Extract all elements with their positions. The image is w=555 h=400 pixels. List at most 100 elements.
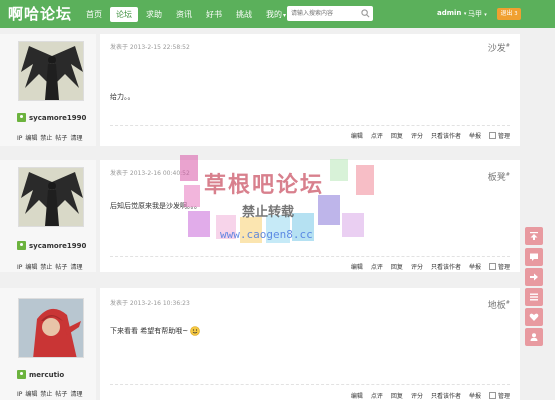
admin-clean-link[interactable]: 清理 <box>70 264 82 271</box>
report-link[interactable]: 举报 <box>469 262 481 271</box>
user-icon <box>17 241 26 250</box>
rate-link[interactable]: 评分 <box>411 262 423 271</box>
user-level-label: 马甲 <box>468 10 482 18</box>
admin-posts-link[interactable]: 帖子 <box>55 135 67 142</box>
user-icon <box>17 370 26 379</box>
author-name[interactable]: sycamore1990 <box>29 114 86 122</box>
user-menu[interactable]: admin ▾ <box>437 9 466 17</box>
admin-edit-link[interactable]: 编辑 <box>25 135 37 142</box>
site-logo[interactable]: 啊哈论坛 <box>8 3 72 24</box>
admin-links: IP 编辑 禁止 帖子 清理 <box>17 133 85 142</box>
post-floor[interactable]: 沙发# <box>488 41 510 54</box>
author-panel: sycamore1990 IP 编辑 禁止 帖子 清理 <box>0 160 96 272</box>
search-icon[interactable] <box>361 9 370 18</box>
post-time: 发表于 2013-2-16 10:36:23 <box>110 300 190 307</box>
admin-edit-link[interactable]: 编辑 <box>25 264 37 271</box>
post-text: 下来看看 希望有帮助哦~ <box>110 327 189 335</box>
logout-button[interactable]: 退出 3 <box>497 8 521 20</box>
post-time: 发表于 2013-2-15 22:58:52 <box>110 44 190 51</box>
author-panel: sycamore1990 IP 编辑 禁止 帖子 清理 <box>0 34 96 146</box>
nav-forum[interactable]: 论坛 <box>110 7 138 22</box>
chevron-down-icon: ▾ <box>463 11 467 17</box>
user-icon <box>17 113 26 122</box>
admin-ip-link[interactable]: IP <box>17 391 22 398</box>
avatar[interactable] <box>18 41 84 101</box>
admin-links: IP 编辑 禁止 帖子 清理 <box>17 389 85 398</box>
floor-label: 板凳 <box>487 173 506 183</box>
manage-checkbox[interactable] <box>488 132 496 139</box>
comment-link[interactable]: 点评 <box>371 262 383 271</box>
author-name-row: sycamore1990 <box>17 241 86 250</box>
admin-posts-link[interactable]: 帖子 <box>55 264 67 271</box>
admin-ip-link[interactable]: IP <box>17 135 22 142</box>
floor-label: 地板 <box>487 301 506 311</box>
search-box <box>287 6 373 21</box>
nav-home[interactable]: 首页 <box>80 7 108 22</box>
admin-ban-link[interactable]: 禁止 <box>40 135 52 142</box>
red-hood-avatar-image <box>19 299 83 357</box>
next-thread-button[interactable] <box>525 268 543 286</box>
manage-checkbox[interactable] <box>488 392 496 399</box>
reply-link[interactable]: 回复 <box>391 131 403 140</box>
favorite-button[interactable] <box>525 308 543 326</box>
rate-link[interactable]: 评分 <box>411 131 423 140</box>
author-name[interactable]: sycamore1990 <box>29 242 86 250</box>
dark-angel-avatar-image <box>19 42 83 100</box>
nav-mine-label: 我的 <box>266 10 282 19</box>
manage-label: 管理 <box>497 264 510 271</box>
post-floor[interactable]: 板凳# <box>488 170 510 183</box>
admin-clean-link[interactable]: 清理 <box>70 135 82 142</box>
nav-help[interactable]: 求助 <box>140 7 168 22</box>
smiley-icon <box>190 326 200 336</box>
post-content-panel: 发表于 2013-2-16 10:36:23 地板# 下来看看 希望有帮助哦~ … <box>100 288 520 400</box>
post-content-panel: 发表于 2013-2-16 00:40:52 板凳# 后知后觉原来我是沙发啊。。… <box>100 160 520 272</box>
reply-link[interactable]: 回复 <box>391 262 403 271</box>
author-panel: mercutio IP 编辑 禁止 帖子 清理 <box>0 288 96 400</box>
post-content-panel: 发表于 2013-2-15 22:58:52 沙发# 给力。。 编辑 点评 回复… <box>100 34 520 146</box>
user-center-button[interactable] <box>525 328 543 346</box>
post-text-row: 下来看看 希望有帮助哦~ <box>110 326 200 336</box>
rate-link[interactable]: 评分 <box>411 391 423 400</box>
admin-edit-link[interactable]: 编辑 <box>25 391 37 398</box>
reply-button[interactable] <box>525 248 543 266</box>
list-button[interactable] <box>525 288 543 306</box>
only-author-link[interactable]: 只看该作者 <box>431 262 461 271</box>
edit-link[interactable]: 编辑 <box>351 262 363 271</box>
main-nav: 首页 论坛 求助 资讯 好书 挑战 我的▾ <box>80 7 294 22</box>
user-level[interactable]: 马甲 ▾ <box>468 9 487 19</box>
only-author-link[interactable]: 只看该作者 <box>431 131 461 140</box>
edit-link[interactable]: 编辑 <box>351 391 363 400</box>
manage-checkbox[interactable] <box>488 263 496 270</box>
only-author-link[interactable]: 只看该作者 <box>431 391 461 400</box>
admin-ban-link[interactable]: 禁止 <box>40 391 52 398</box>
heart-icon <box>529 313 539 321</box>
nav-news[interactable]: 资讯 <box>170 7 198 22</box>
back-to-top-button[interactable] <box>525 227 543 245</box>
author-name-row: sycamore1990 <box>17 113 86 122</box>
avatar[interactable] <box>18 298 84 358</box>
admin-ip-link[interactable]: IP <box>17 264 22 271</box>
username: admin <box>437 9 462 17</box>
edit-link[interactable]: 编辑 <box>351 131 363 140</box>
chevron-down-icon: ▾ <box>283 12 287 19</box>
dark-angel-avatar-image <box>19 168 83 226</box>
admin-posts-link[interactable]: 帖子 <box>55 391 67 398</box>
manage-label: 管理 <box>497 133 510 140</box>
search-input[interactable] <box>287 6 357 21</box>
post-floor[interactable]: 地板# <box>488 298 510 311</box>
post-actions: 编辑 点评 回复 评分 只看该作者 举报 管理 <box>343 262 510 271</box>
comment-icon <box>530 253 538 261</box>
nav-books[interactable]: 好书 <box>200 7 228 22</box>
report-link[interactable]: 举报 <box>469 391 481 400</box>
author-name[interactable]: mercutio <box>29 371 64 379</box>
comment-link[interactable]: 点评 <box>371 131 383 140</box>
post-actions: 编辑 点评 回复 评分 只看该作者 举报 管理 <box>343 391 510 400</box>
arrow-right-icon <box>530 273 538 281</box>
avatar[interactable] <box>18 167 84 227</box>
admin-ban-link[interactable]: 禁止 <box>40 264 52 271</box>
report-link[interactable]: 举报 <box>469 131 481 140</box>
reply-link[interactable]: 回复 <box>391 391 403 400</box>
admin-clean-link[interactable]: 清理 <box>70 391 82 398</box>
comment-link[interactable]: 点评 <box>371 391 383 400</box>
nav-challenge[interactable]: 挑战 <box>230 7 258 22</box>
